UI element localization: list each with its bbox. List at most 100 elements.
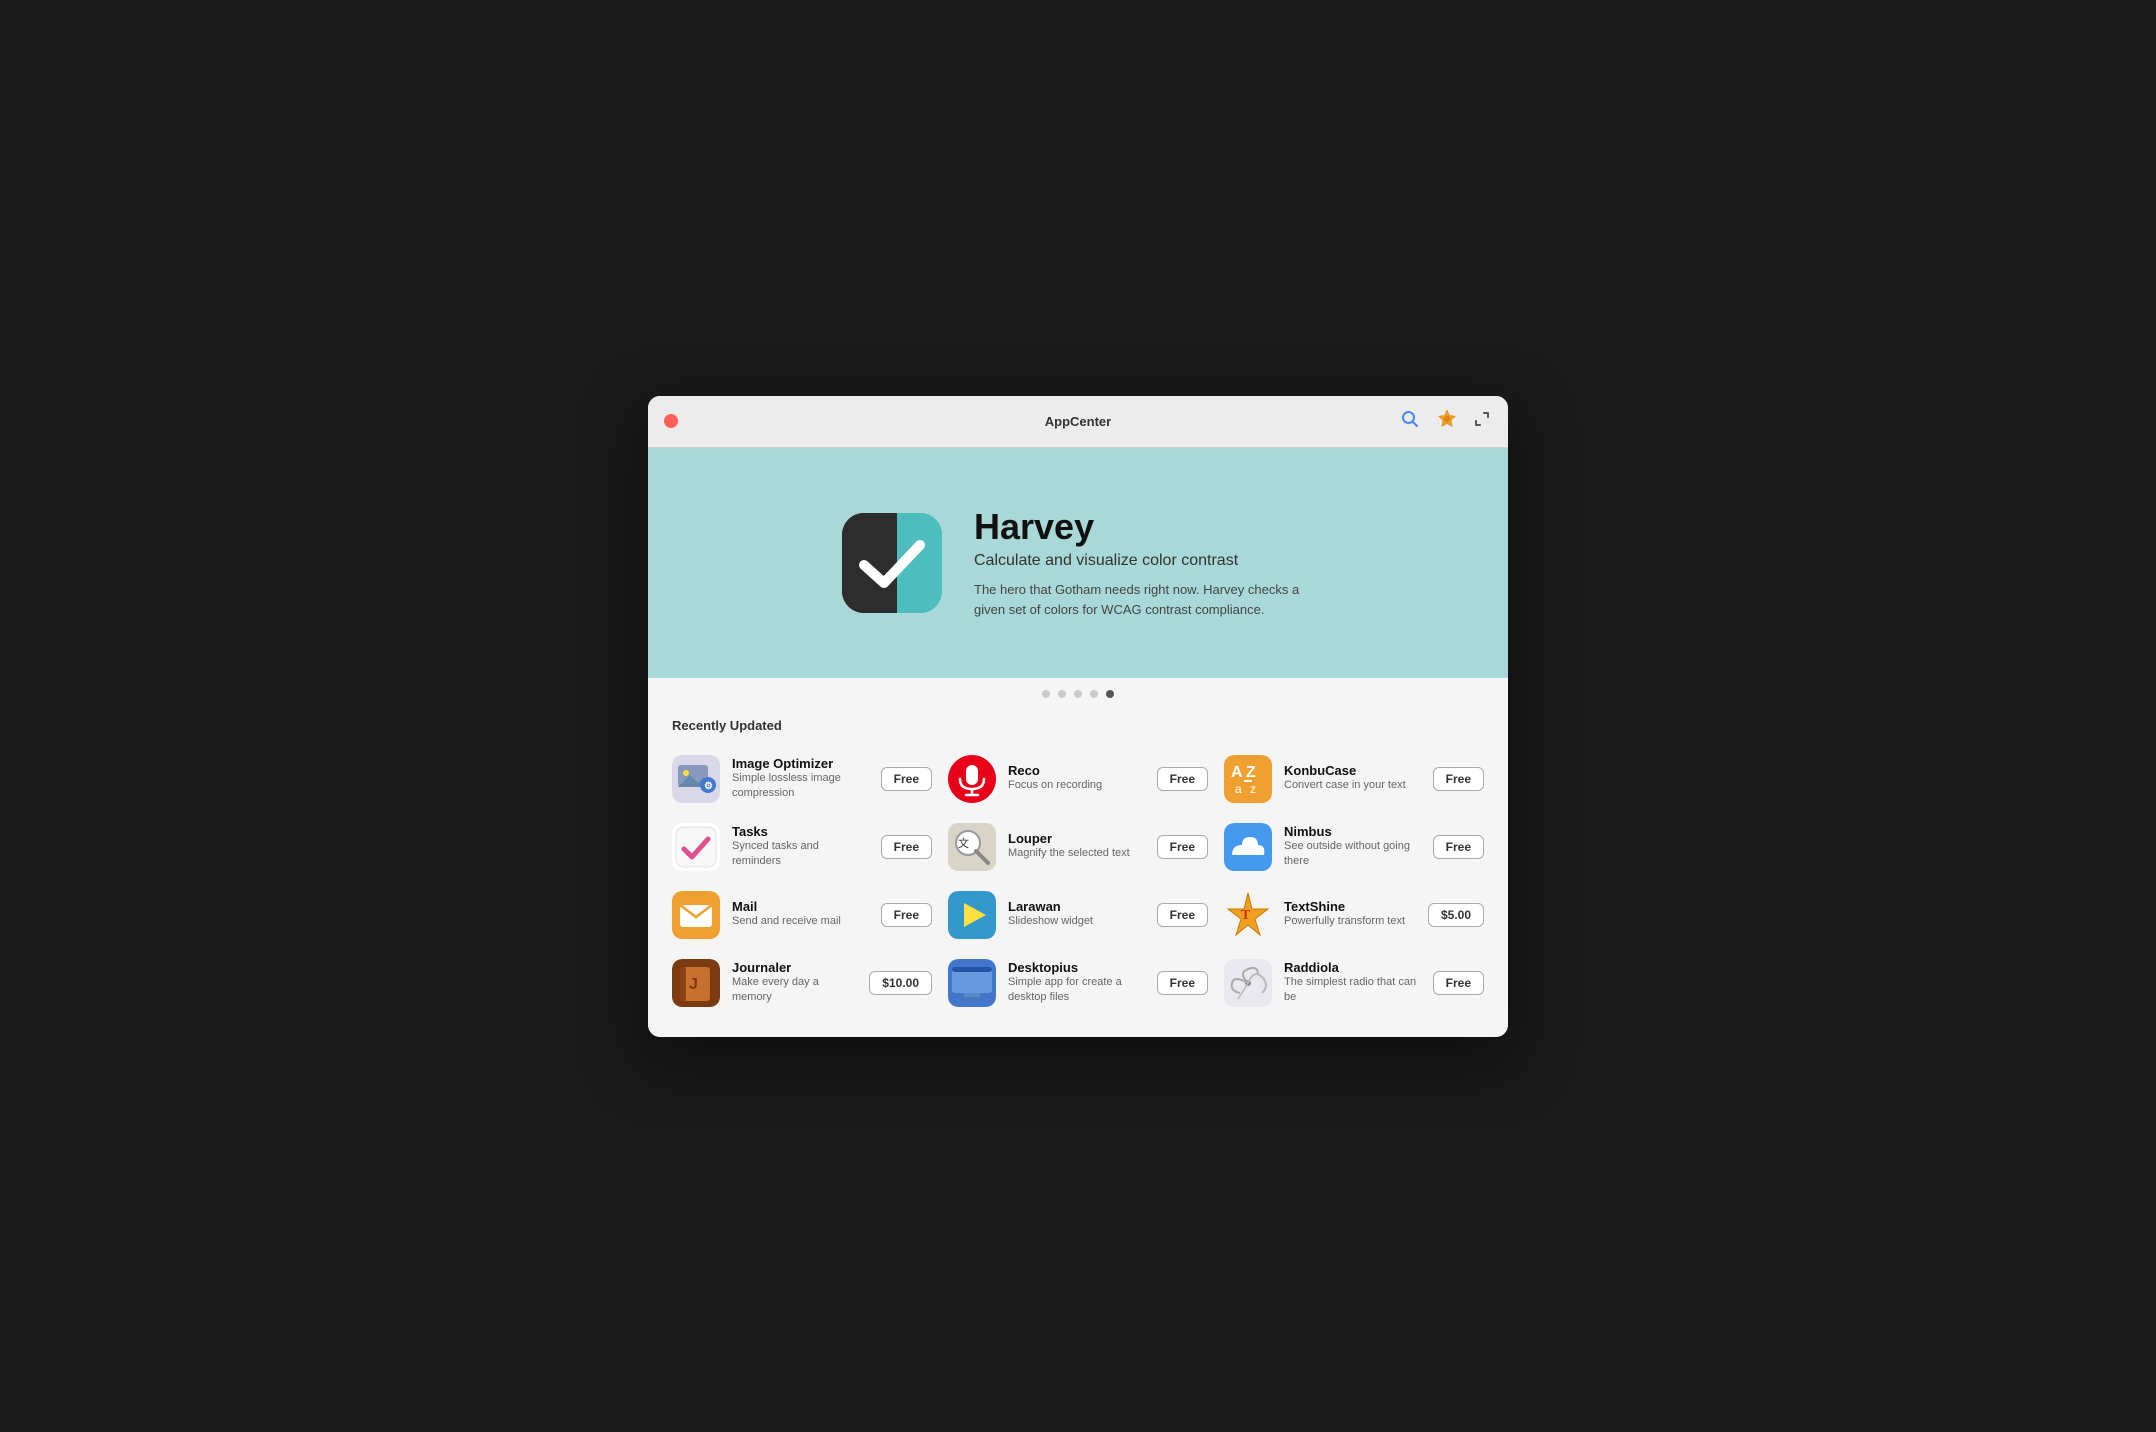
titlebar: × AppCenter xyxy=(648,396,1508,448)
app-info-louper: Louper Magnify the selected text xyxy=(1008,831,1145,861)
hero-app-name: Harvey xyxy=(974,506,1314,548)
price-btn-textshine[interactable]: $5.00 xyxy=(1428,903,1484,927)
badge-button[interactable] xyxy=(1434,406,1460,437)
app-item-raddiola[interactable]: Raddiola The simplest radio that can be … xyxy=(1216,949,1492,1017)
app-info-nimbus: Nimbus See outside without going there xyxy=(1284,824,1421,870)
price-btn-tasks[interactable]: Free xyxy=(881,835,932,859)
app-item-reco[interactable]: Reco Focus on recording Free xyxy=(940,745,1216,813)
app-name-konbucase: KonbuCase xyxy=(1284,763,1421,778)
price-btn-image-optimizer[interactable]: Free xyxy=(881,767,932,791)
dot-3[interactable] xyxy=(1074,690,1082,698)
app-desc-louper: Magnify the selected text xyxy=(1008,846,1145,861)
app-info-larawan: Larawan Slideshow widget xyxy=(1008,899,1145,929)
price-btn-nimbus[interactable]: Free xyxy=(1433,835,1484,859)
hero-banner[interactable]: Harvey Calculate and visualize color con… xyxy=(648,448,1508,678)
app-icon-konbucase: A Z a z xyxy=(1224,755,1272,803)
app-icon-larawan xyxy=(948,891,996,939)
app-icon-textshine: T xyxy=(1224,891,1272,939)
app-info-reco: Reco Focus on recording xyxy=(1008,763,1145,793)
price-btn-journaler[interactable]: $10.00 xyxy=(869,971,932,995)
dot-4[interactable] xyxy=(1090,690,1098,698)
titlebar-right xyxy=(1398,406,1492,437)
hero-content: Harvey Calculate and visualize color con… xyxy=(974,506,1314,619)
price-btn-konbucase[interactable]: Free xyxy=(1433,767,1484,791)
app-info-mail: Mail Send and receive mail xyxy=(732,899,869,929)
app-desc-textshine: Powerfully transform text xyxy=(1284,914,1416,929)
app-desc-journaler: Make every day a memory xyxy=(732,975,857,1006)
expand-icon xyxy=(1474,411,1490,427)
app-item-tasks[interactable]: Tasks Synced tasks and reminders Free xyxy=(664,813,940,881)
app-name-image-optimizer: Image Optimizer xyxy=(732,756,869,771)
app-icon-reco xyxy=(948,755,996,803)
app-icon-journaler: J xyxy=(672,959,720,1007)
app-desc-mail: Send and receive mail xyxy=(732,914,869,929)
svg-text:Z: Z xyxy=(1246,764,1256,781)
app-desc-reco: Focus on recording xyxy=(1008,778,1145,793)
carousel-dots xyxy=(648,678,1508,710)
svg-text:文: 文 xyxy=(958,836,969,850)
app-info-journaler: Journaler Make every day a memory xyxy=(732,960,857,1006)
app-info-textshine: TextShine Powerfully transform text xyxy=(1284,899,1416,929)
app-icon-tasks xyxy=(672,823,720,871)
app-icon-image-optimizer: ⚙ xyxy=(672,755,720,803)
dot-1[interactable] xyxy=(1042,690,1050,698)
search-button[interactable] xyxy=(1398,407,1422,436)
app-name-larawan: Larawan xyxy=(1008,899,1145,914)
svg-text:T: T xyxy=(1241,908,1251,923)
svg-text:z: z xyxy=(1250,782,1256,796)
svg-text:A: A xyxy=(1231,764,1243,781)
app-info-konbucase: KonbuCase Convert case in your text xyxy=(1284,763,1421,793)
app-item-journaler[interactable]: J Journaler Make every day a memory $10.… xyxy=(664,949,940,1017)
hero-app-desc: The hero that Gotham needs right now. Ha… xyxy=(974,580,1314,619)
svg-text:a: a xyxy=(1235,782,1242,796)
app-desc-image-optimizer: Simple lossless image compression xyxy=(732,771,869,802)
app-name-tasks: Tasks xyxy=(732,824,869,839)
app-info-tasks: Tasks Synced tasks and reminders xyxy=(732,824,869,870)
app-icon-nimbus xyxy=(1224,823,1272,871)
hero-app-icon xyxy=(842,513,942,613)
app-item-louper[interactable]: 文 Louper Magnify the selected text Free xyxy=(940,813,1216,881)
app-window: × AppCenter xyxy=(648,396,1508,1037)
price-btn-desktopius[interactable]: Free xyxy=(1157,971,1208,995)
price-btn-reco[interactable]: Free xyxy=(1157,767,1208,791)
app-desc-larawan: Slideshow widget xyxy=(1008,914,1145,929)
app-item-textshine[interactable]: T TextShine Powerfully transform text $5… xyxy=(1216,881,1492,949)
app-icon-desktopius xyxy=(948,959,996,1007)
app-name-journaler: Journaler xyxy=(732,960,857,975)
app-item-desktopius[interactable]: Desktopius Simple app for create a deskt… xyxy=(940,949,1216,1017)
app-info-image-optimizer: Image Optimizer Simple lossless image co… xyxy=(732,756,869,802)
app-desc-nimbus: See outside without going there xyxy=(1284,839,1421,870)
app-grid: ⚙ Image Optimizer Simple lossless image … xyxy=(648,745,1508,1037)
dot-2[interactable] xyxy=(1058,690,1066,698)
app-name-reco: Reco xyxy=(1008,763,1145,778)
app-item-image-optimizer[interactable]: ⚙ Image Optimizer Simple lossless image … xyxy=(664,745,940,813)
app-item-larawan[interactable]: Larawan Slideshow widget Free xyxy=(940,881,1216,949)
app-item-nimbus[interactable]: Nimbus See outside without going there F… xyxy=(1216,813,1492,881)
price-btn-mail[interactable]: Free xyxy=(881,903,932,927)
search-icon xyxy=(1400,409,1420,429)
app-desc-konbucase: Convert case in your text xyxy=(1284,778,1421,793)
app-name-desktopius: Desktopius xyxy=(1008,960,1145,975)
dot-5[interactable] xyxy=(1106,690,1114,698)
app-name-raddiola: Raddiola xyxy=(1284,960,1421,975)
svg-text:⚙: ⚙ xyxy=(704,781,713,792)
app-info-desktopius: Desktopius Simple app for create a deskt… xyxy=(1008,960,1145,1006)
expand-button[interactable] xyxy=(1472,409,1492,434)
close-button[interactable]: × xyxy=(664,414,678,428)
hero-app-subtitle: Calculate and visualize color contrast xyxy=(974,552,1314,570)
price-btn-larawan[interactable]: Free xyxy=(1157,903,1208,927)
app-item-mail[interactable]: Mail Send and receive mail Free xyxy=(664,881,940,949)
app-icon-mail xyxy=(672,891,720,939)
app-icon-raddiola xyxy=(1224,959,1272,1007)
app-name-nimbus: Nimbus xyxy=(1284,824,1421,839)
badge-icon xyxy=(1436,408,1458,430)
app-name-mail: Mail xyxy=(732,899,869,914)
window-title: AppCenter xyxy=(1045,414,1111,429)
price-btn-louper[interactable]: Free xyxy=(1157,835,1208,859)
app-desc-raddiola: The simplest radio that can be xyxy=(1284,975,1421,1006)
app-desc-tasks: Synced tasks and reminders xyxy=(732,839,869,870)
app-name-textshine: TextShine xyxy=(1284,899,1416,914)
price-btn-raddiola[interactable]: Free xyxy=(1433,971,1484,995)
app-item-konbucase[interactable]: A Z a z KonbuCase Convert case in your t… xyxy=(1216,745,1492,813)
svg-text:J: J xyxy=(689,976,698,993)
